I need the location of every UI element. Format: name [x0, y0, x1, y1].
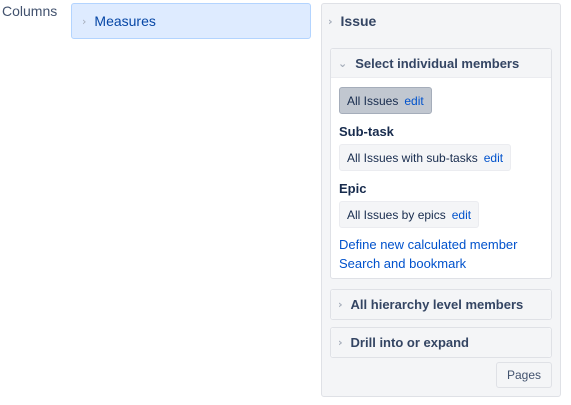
define-calculated-member-link[interactable]: Define new calculated member: [339, 237, 517, 252]
select-members-header[interactable]: ⌄ Select individual members: [331, 49, 551, 78]
measures-dimension-chip[interactable]: › Measures: [71, 3, 311, 39]
hierarchy-members-header[interactable]: › All hierarchy level members: [331, 290, 551, 319]
member-label: All Issues: [347, 93, 399, 108]
group-title-epic: Epic: [339, 181, 367, 196]
issue-panel-title: Issue: [340, 13, 377, 29]
member-label: All Issues with sub-tasks: [347, 150, 478, 165]
hierarchy-members-section: › All hierarchy level members: [330, 289, 552, 320]
member-chip-epics[interactable]: All Issues by epics edit: [339, 201, 480, 228]
select-members-section: ⌄ Select individual members All Issues e…: [330, 48, 552, 279]
hierarchy-members-title: All hierarchy level members: [350, 297, 524, 312]
drill-expand-section: › Drill into or expand: [330, 327, 552, 358]
pages-button[interactable]: Pages: [496, 362, 552, 388]
edit-link[interactable]: edit: [452, 208, 471, 222]
cube-dimension-editor: Columns › Measures › Issue ⌄ Select indi…: [0, 0, 571, 405]
search-and-bookmark-link[interactable]: Search and bookmark: [339, 256, 466, 271]
edit-link[interactable]: edit: [404, 94, 423, 108]
measures-label: Measures: [94, 13, 156, 29]
issue-dimension-panel: › Issue ⌄ Select individual members All …: [321, 3, 561, 397]
chevron-down-icon: ⌄: [338, 56, 348, 70]
member-chip-all-issues[interactable]: All Issues edit: [339, 87, 432, 114]
drill-expand-title: Drill into or expand: [350, 335, 470, 350]
columns-label: Columns: [2, 3, 58, 19]
drill-expand-header[interactable]: › Drill into or expand: [331, 328, 551, 357]
chevron-right-icon: ›: [338, 298, 343, 311]
chevron-right-icon: ›: [328, 14, 333, 28]
edit-link[interactable]: edit: [484, 151, 503, 165]
chevron-right-icon: ›: [82, 14, 87, 28]
member-chip-sub-tasks[interactable]: All Issues with sub-tasks edit: [339, 144, 512, 171]
group-title-sub-task: Sub-task: [339, 124, 394, 139]
issue-panel-header[interactable]: › Issue: [322, 4, 560, 38]
select-members-title: Select individual members: [355, 55, 520, 71]
chevron-right-icon: ›: [338, 336, 343, 349]
member-label: All Issues by epics: [347, 207, 446, 222]
